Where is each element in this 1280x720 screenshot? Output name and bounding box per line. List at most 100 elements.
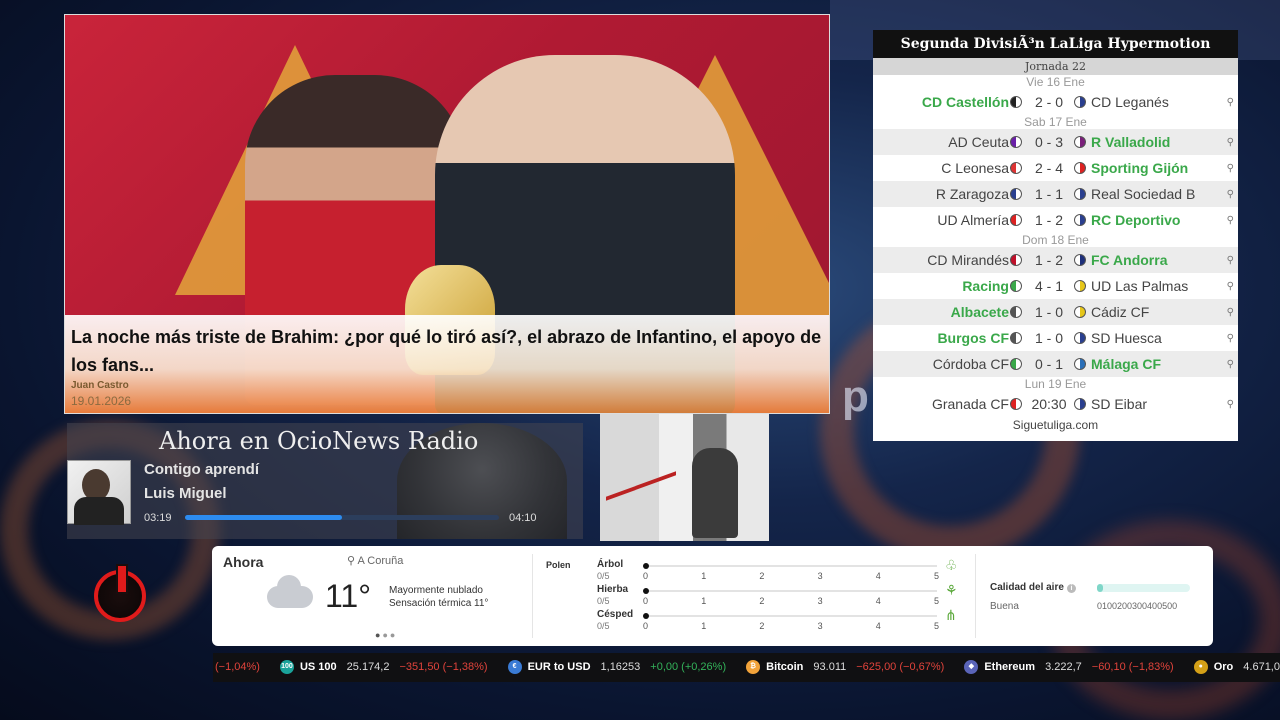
match-row[interactable]: Burgos CF 1 - 0 SD Huesca ⚲ — [873, 325, 1238, 351]
pollen-scale-line — [649, 565, 937, 567]
progress-track[interactable] — [185, 515, 499, 520]
league-title: Segunda DivisiÃ³n LaLiga Hypermotion — [873, 30, 1238, 58]
match-score: 0 - 3 — [1034, 134, 1063, 150]
home-team: AD Ceuta — [948, 134, 1009, 150]
pollen-title: Polen — [546, 560, 571, 570]
match-score: 2 - 0 — [1034, 94, 1063, 110]
pollen-row: Hierba 0/5 0 1 2 3 4 5 ⚘ — [597, 582, 958, 608]
asset-price: 25.174,2 — [346, 661, 390, 673]
location-pin-icon[interactable]: ⚲ — [1227, 182, 1234, 208]
home-team: Córdoba CF — [932, 356, 1009, 372]
asset-price: 3.222,7 — [1045, 661, 1082, 673]
team-crest-icon — [1074, 214, 1086, 226]
matchday-label: Jornada 22 — [873, 58, 1238, 75]
match-score: 1 - 0 — [1034, 304, 1063, 320]
elapsed-time: 03:19 — [144, 512, 172, 524]
market-ticker: (−1,04%) 100 US 100 25.174,2 −351,50 (−1,38%… — [213, 653, 1280, 682]
home-team: Racing — [962, 278, 1009, 294]
match-row[interactable]: UD Almería 1 - 2 RC Deportivo ⚲ — [873, 207, 1238, 233]
pollen-label: Césped — [597, 609, 634, 620]
ticker-item[interactable]: € EUR to USD 1,16253 +0,00 (+0,26%) — [507, 653, 727, 682]
news-author: Juan Castro — [71, 380, 129, 391]
match-score: 4 - 1 — [1034, 278, 1063, 294]
pollen-scale-ticks: 0 1 2 3 4 5 — [643, 621, 939, 631]
match-row[interactable]: Granada CF 20:30 SD Eibar ⚲ — [873, 391, 1238, 417]
match-row[interactable]: CD Mirandés 1 - 2 FC Andorra ⚲ — [873, 247, 1238, 273]
scale-tick: 2 — [759, 596, 765, 606]
webcam-feed — [600, 414, 769, 541]
ticker-item[interactable]: 100 US 100 25.174,2 −351,50 (−1,38%) — [279, 653, 488, 682]
info-icon[interactable]: i — [1066, 584, 1076, 593]
news-card[interactable]: La noche más triste de Brahim: ¿por qué … — [64, 14, 830, 414]
location-pin-icon[interactable]: ⚲ — [1227, 208, 1234, 234]
weather-widget: Ahora ⚲ A Coruña 11° Mayormente nublado … — [212, 546, 1213, 646]
weather-now-label: Ahora — [223, 554, 264, 570]
song-title: Contigo aprendí — [144, 461, 259, 478]
match-day-header: Vie 16 Ene — [1026, 75, 1085, 89]
air-quality-bar — [1097, 584, 1190, 592]
home-team: R Zaragoza — [935, 186, 1009, 202]
location-pin-icon[interactable]: ⚲ — [1227, 90, 1234, 116]
asset-price: 93.011 — [813, 661, 847, 673]
match-row[interactable]: C Leonesa 2 - 4 Sporting Gijón ⚲ — [873, 155, 1238, 181]
duration-time: 04:10 — [509, 512, 537, 524]
asset-change: +0,00 (+0,26%) — [650, 661, 727, 673]
scale-tick: 4 — [875, 571, 881, 581]
asset-change: −60,10 (−1,83%) — [1091, 661, 1174, 673]
location-pin-icon[interactable]: ⚲ — [1227, 274, 1234, 300]
away-team: FC Andorra — [1091, 252, 1168, 268]
away-team: SD Eibar — [1091, 396, 1148, 412]
location-pin-icon[interactable]: ⚲ — [1227, 392, 1234, 418]
team-crest-icon — [1074, 332, 1086, 344]
location-pin-icon[interactable]: ⚲ — [1227, 352, 1234, 378]
home-team: UD Almería — [937, 212, 1009, 228]
team-crest-icon — [1074, 96, 1086, 108]
weather-location[interactable]: ⚲ A Coruña — [347, 554, 403, 567]
match-row[interactable]: Racing 4 - 1 UD Las Palmas ⚲ — [873, 273, 1238, 299]
team-crest-icon — [1010, 136, 1022, 148]
asset-name: Oro — [1213, 661, 1234, 673]
match-row[interactable]: R Zaragoza 1 - 1 Real Sociedad B ⚲ — [873, 181, 1238, 207]
radio-player: Ahora en OcioNews Radio Contigo aprendí … — [67, 423, 583, 539]
league-source-link[interactable]: Siguetuliga.com — [873, 417, 1238, 433]
team-crest-icon — [1074, 188, 1086, 200]
match-row[interactable]: Albacete 1 - 0 Cádiz CF ⚲ — [873, 299, 1238, 325]
location-name: A Coruña — [357, 555, 404, 567]
league-results-widget: Segunda DivisiÃ³n LaLiga Hypermotion Jor… — [873, 30, 1238, 441]
news-date: 19.01.2026 — [71, 394, 132, 408]
home-team: Albacete — [950, 304, 1009, 320]
news-title[interactable]: La noche más triste de Brahim: ¿por qué … — [71, 323, 823, 379]
match-row[interactable]: Córdoba CF 0 - 1 Málaga CF ⚲ — [873, 351, 1238, 377]
home-team: CD Castellón — [921, 94, 1009, 110]
news-caption: La noche más triste de Brahim: ¿por qué … — [65, 315, 829, 413]
ticker-item[interactable]: (−1,04%) — [215, 653, 260, 682]
pollen-label: Árbol — [597, 559, 624, 570]
match-score: 20:30 — [1031, 396, 1067, 412]
match-score: 1 - 0 — [1034, 330, 1063, 346]
location-pin-icon[interactable]: ⚲ — [1227, 248, 1234, 274]
asset-icon: ◆ — [964, 660, 979, 675]
match-day-header: Sab 17 Ene — [1024, 115, 1087, 129]
location-pin-icon[interactable]: ⚲ — [1227, 130, 1234, 156]
match-row[interactable]: AD Ceuta 0 - 3 R Valladolid ⚲ — [873, 129, 1238, 155]
feels-like: Sensación térmica 11° — [389, 598, 489, 609]
ticker-item[interactable]: ●Oro4.671,020+7 — [1193, 653, 1280, 682]
pollen-value: 0/5 — [597, 621, 610, 631]
location-pin-icon[interactable]: ⚲ — [1227, 156, 1234, 182]
asset-name: Bitcoin — [766, 661, 804, 673]
location-pin-icon[interactable]: ⚲ — [1227, 326, 1234, 352]
location-pin-icon[interactable]: ⚲ — [1227, 300, 1234, 326]
power-icon[interactable] — [94, 564, 146, 622]
scale-tick: 0 — [643, 621, 649, 631]
cloud-icon — [267, 575, 313, 608]
carousel-dots[interactable]: ●●● — [375, 630, 397, 640]
away-team: Cádiz CF — [1091, 304, 1150, 320]
away-team: R Valladolid — [1091, 134, 1171, 150]
scale-tick: 3 — [817, 571, 823, 581]
scale-tick: 1 — [701, 596, 707, 606]
asset-icon: 100 — [279, 660, 294, 675]
match-row[interactable]: CD Castellón 2 - 0 CD Leganés ⚲ — [873, 89, 1238, 115]
asset-name: US 100 — [299, 661, 337, 673]
ticker-item[interactable]: ₿ Bitcoin 93.011 −625,00 (−0,67%) — [746, 653, 944, 682]
ticker-item[interactable]: ◆ Ethereum 3.222,7 −60,10 (−1,83%) — [964, 653, 1174, 682]
